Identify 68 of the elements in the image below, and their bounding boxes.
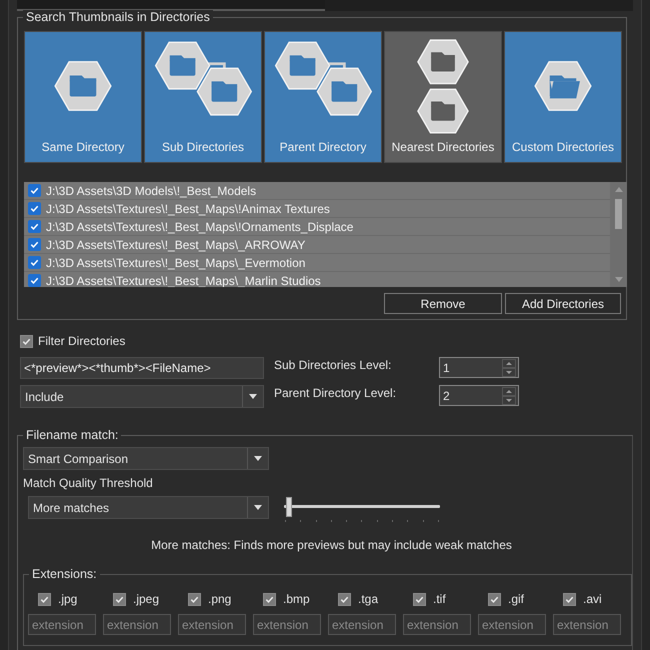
checkbox-label: .bmp (283, 592, 310, 606)
number-spinner[interactable]: 1 (439, 357, 519, 378)
checkbox[interactable] (28, 238, 41, 251)
extension-field[interactable]: extension (178, 614, 246, 635)
checkbox-label: .tif (433, 592, 446, 606)
extension-field[interactable]: extension (328, 614, 396, 635)
checkbox-label: .tga (358, 592, 378, 606)
checkbox-label: .jpeg (133, 592, 160, 606)
directory-path[interactable]: J:\3D Assets\Textures\!_Best_Maps\_Evermotion (46, 256, 306, 270)
dropdown-arrow-icon[interactable] (254, 505, 262, 510)
description-text: More matches: Finds more previews but may include weak matches (150, 538, 513, 552)
extension-field[interactable]: extension (478, 614, 546, 635)
checkbox[interactable] (28, 256, 41, 269)
group-title: Extensions: (29, 567, 100, 581)
threshold-label: Match Quality Threshold (23, 476, 154, 490)
dropdown-arrow-icon[interactable] (249, 394, 257, 399)
level-label: Parent Directory Level: (274, 386, 398, 400)
checkbox[interactable] (28, 220, 41, 233)
directory-path[interactable]: J:\3D Assets\Textures\!_Best_Maps\!Animax Textures (46, 202, 330, 216)
spinner-arrows-icon[interactable] (502, 386, 516, 404)
directory-path[interactable]: J:\3D Assets\Textures\!_Best_Maps\_Marlin Studios (46, 274, 321, 287)
dropdown[interactable]: Include (20, 385, 264, 408)
checkbox[interactable] (488, 592, 501, 606)
number-spinner[interactable]: 2 (439, 385, 519, 406)
dropdown[interactable]: More matches (28, 496, 269, 519)
level-label: Sub Directories Level: (274, 358, 392, 372)
checkbox[interactable] (20, 334, 33, 348)
checkbox[interactable] (28, 202, 41, 215)
group-title: Search Thumbnails in Directories (23, 10, 213, 24)
checkbox[interactable] (113, 592, 126, 606)
checkbox-label: .jpg (58, 592, 78, 606)
scroll-thumb[interactable] (615, 199, 622, 229)
group-title: Filename match: (23, 428, 122, 442)
extension-field[interactable]: extension (253, 614, 321, 635)
pattern-field[interactable]: <*preview*><*thumb*><FileName> (20, 357, 264, 379)
directory-path[interactable]: J:\3D Assets\3D Models\!_Best_Models (46, 184, 256, 198)
mode-tile[interactable]: Parent Directory (264, 31, 382, 163)
scrollbar[interactable] (610, 182, 627, 287)
tab[interactable] (17, 0, 325, 11)
checkbox[interactable] (38, 592, 51, 606)
extension-field[interactable]: extension (103, 614, 171, 635)
checkbox-label: .png (208, 592, 232, 606)
extension-field[interactable]: extension (403, 614, 471, 635)
checkbox[interactable] (263, 592, 276, 606)
button[interactable]: Remove (384, 293, 502, 314)
mode-tile[interactable]: Sub Directories (144, 31, 262, 163)
dropdown[interactable]: Smart Comparison (23, 447, 269, 470)
checkbox[interactable] (563, 592, 576, 606)
slider-thumb[interactable] (286, 497, 292, 517)
checkbox[interactable] (338, 592, 351, 606)
extension-field[interactable]: extension (553, 614, 621, 635)
checkbox[interactable] (188, 592, 201, 606)
checkbox[interactable] (413, 592, 426, 606)
slider-track[interactable] (281, 497, 443, 517)
dropdown-arrow-icon[interactable] (254, 456, 262, 461)
mode-tile[interactable]: Same Directory (24, 31, 142, 163)
checkbox-label: .avi (583, 592, 602, 606)
button[interactable]: Add Directories (505, 293, 621, 314)
checkbox[interactable] (28, 274, 41, 287)
extension-field[interactable]: extension (28, 614, 96, 635)
directory-path[interactable]: J:\3D Assets\Textures\!_Best_Maps\!Ornaments_Displace (46, 220, 354, 234)
checkbox[interactable] (28, 184, 41, 197)
checkbox-label: .gif (508, 592, 524, 606)
directory-path[interactable]: J:\3D Assets\Textures\!_Best_Maps\_ARROWAY (46, 238, 306, 252)
mode-tile[interactable]: Custom Directories (504, 31, 622, 163)
spinner-arrows-icon[interactable] (502, 358, 516, 376)
mode-tile[interactable]: Nearest Directories (384, 31, 502, 163)
checkbox-label: Filter Directories (38, 334, 126, 348)
